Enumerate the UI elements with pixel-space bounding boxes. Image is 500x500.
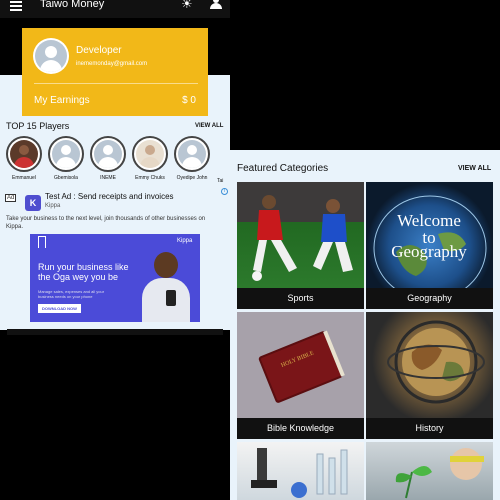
home-screen: Taiwo Money ☀ Developer inememonday@gmai… [0,0,230,500]
player-avatar [48,136,84,172]
player-avatar [132,136,168,172]
category-label: Geography [366,288,493,309]
player-name: Tai [217,178,224,184]
ad-info-icon[interactable]: i [221,188,228,195]
avatar [33,38,69,74]
featured-categories-title: Featured Categories [237,163,329,174]
app-title: Taiwo Money [40,0,105,10]
sun-icon[interactable]: ☀ [181,0,193,12]
top-players-title: TOP 15 Players [6,121,70,131]
ad-description: Take your business to the next level, jo… [6,216,206,230]
player-name: Oyedipe John [176,175,208,181]
player-name: Emmy Chuks [135,175,165,181]
card-divider [34,83,198,84]
category-label: Bible Knowledge [237,418,364,439]
player-item[interactable]: Tai [208,136,230,184]
featured-view-all-link[interactable]: VIEW ALL [458,165,491,172]
player-avatar [174,136,210,172]
profile-card[interactable]: Developer inememonday@gmail.com My Earni… [22,28,208,116]
player-item[interactable]: INEME [88,136,128,181]
geography-image: Welcome to Geography [366,182,493,288]
ad-badge: Ad [5,194,17,202]
ad-brand: Kippa [45,203,61,209]
category-card-science[interactable] [237,442,364,500]
bottom-bar [7,329,223,335]
player-name: Gbemisola [54,175,78,181]
bookmark-icon [38,236,46,248]
player-item[interactable]: Emmy Chuks [130,136,170,181]
user-icon[interactable] [209,0,223,9]
player-item[interactable]: Oyedipe John [172,136,212,181]
category-label: Sports [237,288,364,309]
app-bar: Taiwo Money ☀ [0,0,230,18]
player-name: Emmanuel [12,175,36,181]
plant-image [366,442,493,500]
category-card-sports[interactable]: Sports [237,182,364,309]
kippa-logo-icon: K [25,195,41,211]
download-now-button[interactable]: DOWNLOAD NOW [38,304,81,313]
player-item[interactable]: Gbemisola [46,136,86,181]
menu-icon[interactable] [10,1,22,11]
category-label: History [366,418,493,439]
featured-section: Featured Categories VIEW ALL Sports Welc… [230,150,500,500]
player-item[interactable]: Emmanuel [4,136,44,181]
category-card-history[interactable]: History [366,312,493,439]
science-image [237,442,364,500]
profile-name: Developer [76,45,122,56]
svg-text:Geography: Geography [391,242,467,261]
banner-headline: Run your business like the Oga wey you b… [38,262,129,282]
category-card-bible-knowledge[interactable]: HOLY BIBLE Bible Knowledge [237,312,364,439]
home-content: Developer inememonday@gmail.com My Earni… [0,18,230,335]
category-card-agriculture[interactable] [366,442,493,500]
players-view-all-link[interactable]: VIEW ALL [195,123,223,129]
profile-email: inememonday@gmail.com [76,61,148,67]
ad-banner[interactable]: Kippa Run your business like the Oga wey… [30,234,200,322]
earnings-value: $ 0 [182,95,196,106]
player-name: INEME [100,175,116,181]
bible-image: HOLY BIBLE [237,312,364,418]
history-image [366,312,493,418]
app-root: Taiwo Money ☀ Developer inememonday@gmai… [0,0,500,500]
category-card-geography[interactable]: Welcome to Geography Geography [366,182,493,309]
banner-subtext: Manage sales, expenses and all your busi… [38,289,105,299]
player-avatar [6,136,42,172]
ad-title[interactable]: Test Ad : Send receipts and invoices [45,192,174,201]
banner-person-image [140,252,192,322]
sports-image [237,182,364,288]
player-avatar [90,136,126,172]
earnings-label: My Earnings [34,95,90,106]
banner-brand: Kippa [177,238,193,244]
